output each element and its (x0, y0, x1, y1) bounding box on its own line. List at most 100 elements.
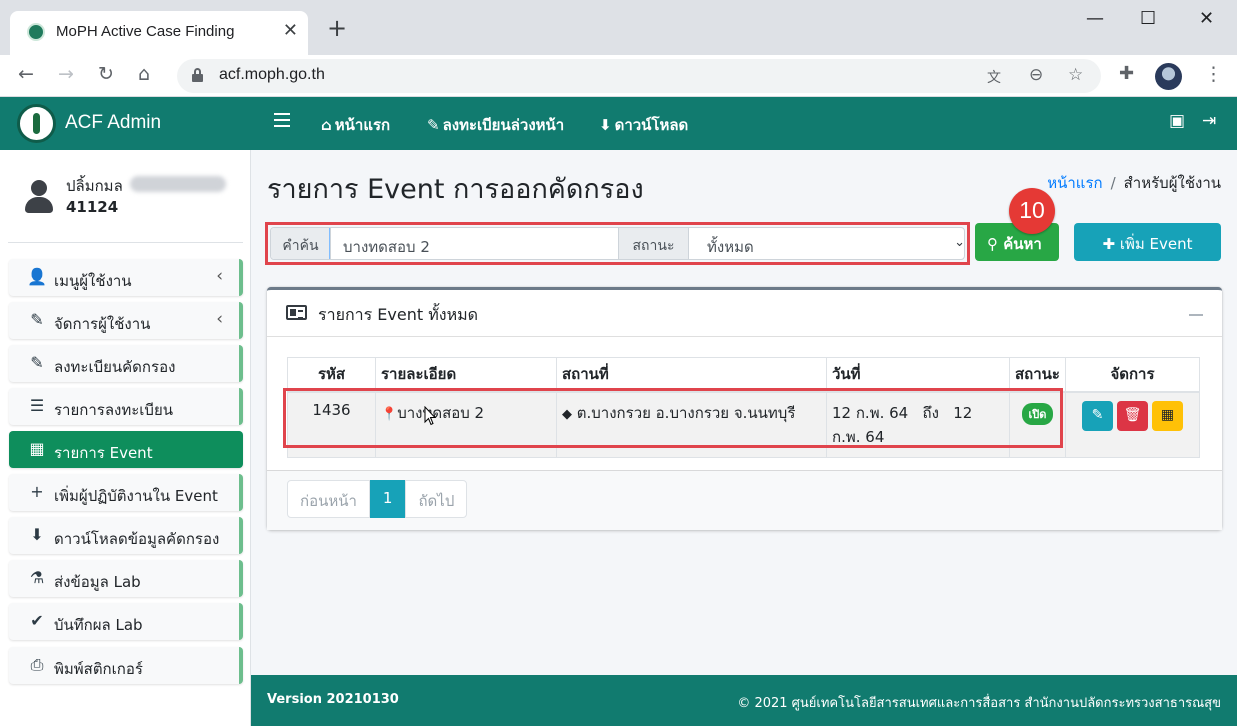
vials-icon: ⚗ (29, 568, 45, 587)
forward-arrow-icon[interactable]: → (58, 63, 74, 85)
breadcrumb-current: สำหรับผู้ใช้งาน (1123, 174, 1221, 192)
sidebar-item-label: เพิ่มผู้ปฏิบัติงานใน Event (54, 487, 218, 505)
nav-download-label: ดาวน์โหลด (614, 116, 689, 134)
sidebar-item[interactable]: 👤 เมนูผู้ใช้งาน ‹ (9, 259, 243, 296)
extensions-puzzle-icon[interactable]: ✚ (1119, 63, 1134, 84)
sidebar-item[interactable]: ✔ บันทึกผล Lab (9, 603, 243, 640)
add-event-button[interactable]: ✚ เพิ่ม Event (1074, 223, 1221, 261)
browser-tab[interactable]: MoPH Active Case Finding ✕ (10, 11, 308, 55)
tab-close-icon[interactable]: ✕ (283, 20, 298, 41)
maximize-button[interactable]: ☐ (1140, 8, 1156, 29)
chevron-left-icon: ‹ (216, 266, 223, 286)
search-button-label: ค้นหา (1003, 235, 1042, 253)
nav-download-link[interactable]: ⬇ ดาวน์โหลด (599, 113, 688, 137)
sidebar-item[interactable]: ☰ รายการลงทะเบียน (9, 388, 243, 425)
user-plus-icon: + (30, 482, 44, 501)
user-edit-icon: ✎ (30, 353, 44, 372)
hamburger-menu-icon[interactable] (274, 113, 290, 127)
nav-preregister-link[interactable]: ✎ ลงทะเบียนล่วงหน้า (427, 113, 564, 137)
address-bar[interactable]: acf.moph.go.th 文 ⊖ ☆ (177, 59, 1101, 93)
trash-icon: 🗑 (1123, 406, 1142, 423)
id-card-icon (286, 305, 307, 320)
nav-preregister-label: ลงทะเบียนล่วงหน้า (442, 116, 565, 134)
brand-title: ACF Admin (65, 112, 162, 133)
cell-place: ◆ ต.บางกรวย อ.บางกรวย จ.นนทบุรี (556, 391, 827, 458)
sidebar-item-label: รายการลงทะเบียน (54, 401, 173, 419)
chevron-down-icon: ⌄ (954, 235, 965, 250)
moph-logo-icon (17, 104, 56, 143)
sidebar-item[interactable]: ✎ ลงทะเบียนคัดกรอง (9, 345, 243, 382)
url-text: acf.moph.go.th (219, 66, 325, 83)
card-title: รายการ Event ทั้งหมด (318, 305, 479, 324)
home-icon: ⌂ (321, 116, 332, 134)
cell-id: 1436 (287, 391, 376, 458)
sidebar-item[interactable]: ✎ จัดการผู้ใช้งาน ‹ (9, 302, 243, 339)
sidebar-item-label: พิมพ์สติกเกอร์ (54, 660, 143, 678)
edit-button[interactable]: ✎ (1081, 400, 1113, 431)
window-close-button[interactable]: ✕ (1199, 8, 1214, 29)
pencil-icon: ✎ (1091, 406, 1104, 423)
calendar-check-icon: ▦ (29, 439, 45, 458)
col-header-place: สถานที่ (556, 357, 827, 393)
bookmark-star-icon[interactable]: ☆ (1068, 65, 1083, 85)
pagination: ก่อนหน้า 1 ถัดไป (287, 480, 468, 518)
browser-titlebar: MoPH Active Case Finding ✕ + — ☐ ✕ (0, 0, 1237, 55)
page-title: รายการ Event การออกคัดกรอง (267, 174, 644, 205)
directions-diamond-icon: ◆ (562, 406, 572, 422)
home-icon[interactable]: ⌂ (138, 63, 150, 85)
search-filter-group: คำค้น บางทดสอบ 2 สถานะ ทั้งหมด ⌄ (265, 222, 970, 265)
brand[interactable]: ACF Admin (0, 97, 251, 150)
profile-avatar[interactable] (1155, 63, 1182, 90)
lock-icon (192, 68, 203, 82)
new-tab-button[interactable]: + (327, 16, 347, 40)
tab-title: MoPH Active Case Finding (56, 23, 235, 40)
user-avatar-icon (23, 180, 55, 214)
col-header-detail: รายละเอียด (375, 357, 557, 393)
sidebar-item[interactable]: ⚗ ส่งข้อมูล Lab (9, 560, 243, 597)
cell-actions: ✎ 🗑 ▦ (1064, 391, 1201, 458)
col-header-id: รหัส (287, 357, 376, 393)
qrcode-button[interactable]: ▦ (1151, 400, 1183, 431)
download-icon: ⬇ (30, 525, 44, 544)
col-header-actions: จัดการ (1064, 357, 1201, 393)
pagination-next[interactable]: ถัดไป (405, 480, 468, 518)
zoom-icon[interactable]: ⊖ (1029, 65, 1043, 85)
cell-status: เปิด (1009, 391, 1066, 458)
card-header: รายการ Event ทั้งหมด (267, 290, 1222, 337)
reload-icon[interactable]: ↻ (98, 63, 114, 85)
search-icon: ⚲ (987, 235, 998, 253)
page-footer: Version 20210130 © 2021 ศูนย์เทคโนโลยีสา… (251, 675, 1237, 726)
sidebar-item-label: ลงทะเบียนคัดกรอง (54, 358, 176, 376)
delete-button[interactable]: 🗑 (1116, 400, 1148, 431)
breadcrumb-home-link[interactable]: หน้าแรก (1047, 174, 1102, 192)
pagination-prev[interactable]: ก่อนหน้า (287, 480, 370, 518)
site-favicon-icon (27, 23, 45, 41)
browser-menu-icon[interactable]: ⋮ (1204, 63, 1223, 85)
sidebar-item[interactable]: ▦ รายการ Event (9, 431, 243, 468)
minimize-button[interactable]: — (1086, 8, 1104, 29)
status-select[interactable]: ทั้งหมด ⌄ (688, 228, 965, 259)
breadcrumb-separator: / (1110, 174, 1116, 192)
sidebar-item[interactable]: ⬇ ดาวน์โหลดข้อมูลคัดกรอง (9, 517, 243, 554)
id-badge-icon[interactable]: ▣ (1169, 111, 1185, 131)
translate-icon[interactable]: 文 (987, 67, 1001, 87)
sidebar-item[interactable]: ⎙ พิมพ์สติกเกอร์ (9, 647, 243, 684)
app-root: ACF Admin ปลิ้มกมล 41124 👤 เมนูผู้ใช้งาน ‹… (0, 97, 1237, 726)
nav-home-label: หน้าแรก (334, 116, 391, 134)
keyword-input[interactable]: บางทดสอบ 2 (329, 228, 620, 259)
cell-date: 12 ก.พ. 64 ถึง 12 ก.พ. 64 (826, 391, 1010, 458)
collapse-minus-icon[interactable] (1189, 314, 1203, 316)
logout-icon[interactable]: ⇥ (1202, 111, 1216, 131)
add-event-button-label: เพิ่ม Event (1119, 235, 1193, 253)
sidebar-item[interactable]: + เพิ่มผู้ปฏิบัติงานใน Event (9, 474, 243, 511)
back-arrow-icon[interactable]: ← (18, 63, 34, 85)
nav-home-link[interactable]: ⌂ หน้าแรก (321, 113, 390, 137)
pagination-page-1[interactable]: 1 (369, 480, 406, 518)
cell-place-text: ต.บางกรวย อ.บางกรวย จ.นนทบุรี (576, 403, 796, 422)
map-pin-icon: 📍 (381, 406, 398, 422)
plus-icon: ✚ (1102, 235, 1116, 253)
mouse-cursor-icon (424, 406, 436, 426)
sidebar: ACF Admin ปลิ้มกมล 41124 👤 เมนูผู้ใช้งาน ‹… (0, 97, 251, 726)
sidebar-item-label: จัดการผู้ใช้งาน (54, 315, 151, 333)
copyright-text: © 2021 ศูนย์เทคโนโลยีสารสนเทศและการสื่อส… (737, 696, 1221, 711)
